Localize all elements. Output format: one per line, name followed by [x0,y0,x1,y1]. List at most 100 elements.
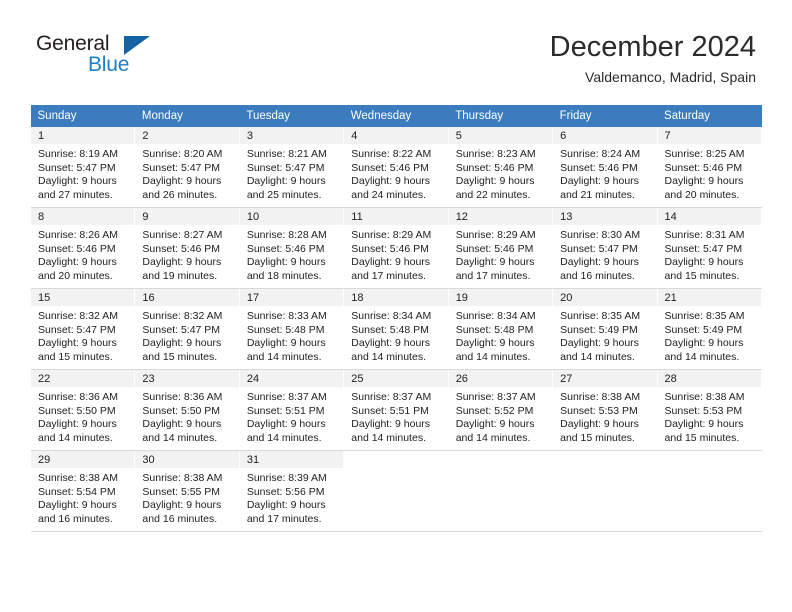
day-detail-sunset: Sunset: 5:46 PM [455,242,534,255]
day-details: Sunrise: 8:20 AM Sunset: 5:47 PM Daylight:… [135,144,238,202]
day-detail-daylight2: and 14 minutes. [455,431,531,444]
day-details: Sunrise: 8:27 AM Sunset: 5:46 PM Daylight:… [135,225,238,283]
calendar-day-cell[interactable]: 21 Sunrise: 8:35 AM Sunset: 5:49 PM Dayligh… [656,289,763,369]
day-detail-daylight2: and 24 minutes. [351,188,426,201]
day-details [449,468,552,472]
calendar-day-cell[interactable]: 27 Sunrise: 8:38 AM Sunset: 5:53 PM Dayligh… [552,370,658,450]
day-number: 8 [31,208,135,225]
day-detail-sunrise: Sunrise: 8:30 AM [560,229,641,241]
calendar-day-cell[interactable]: 17 Sunrise: 8:33 AM Sunset: 5:48 PM Dayligh… [238,289,345,369]
calendar-day-cell[interactable]: 9 Sunrise: 8:27 AM Sunset: 5:46 PM Daylight… [134,208,240,288]
day-detail-sunrise: Sunrise: 8:31 AM [664,229,745,241]
calendar-day-cell[interactable]: 24 Sunrise: 8:37 AM Sunset: 5:51 PM Dayligh… [238,370,345,450]
calendar-day-cell[interactable]: 15 Sunrise: 8:32 AM Sunset: 5:47 PM Dayligh… [29,289,136,369]
day-cell-inner [657,451,761,531]
day-detail-daylight2: and 14 minutes. [246,350,322,363]
day-detail-daylight1: Daylight: 9 hours [38,499,117,512]
calendar-day-cell[interactable]: 12 Sunrise: 8:29 AM Sunset: 5:46 PM Dayligh… [447,208,554,288]
day-detail-daylight1: Daylight: 9 hours [351,175,431,188]
calendar-day-cell[interactable]: 19 Sunrise: 8:34 AM Sunset: 5:48 PM Dayligh… [447,289,554,369]
calendar-day-cell[interactable]: 6 Sunrise: 8:24 AM Sunset: 5:46 PM Daylight… [552,127,658,207]
day-number: 3 [239,127,344,144]
day-detail-daylight2: and 19 minutes. [142,269,218,282]
calendar-day-cell[interactable]: 14 Sunrise: 8:31 AM Sunset: 5:47 PM Dayligh… [656,208,763,288]
day-details [344,468,447,472]
day-details: Sunrise: 8:24 AM Sunset: 5:46 PM Daylight:… [553,144,656,202]
day-number: 11 [344,208,448,225]
day-detail-sunset: Sunset: 5:47 PM [246,161,325,174]
day-cell-inner: 30 Sunrise: 8:38 AM Sunset: 5:55 PM Dayligh… [135,451,239,531]
day-detail-sunset: Sunset: 5:48 PM [455,323,534,336]
day-detail-sunrise: Sunrise: 8:29 AM [455,229,536,241]
day-cell-inner: 27 Sunrise: 8:38 AM Sunset: 5:53 PM Dayligh… [553,370,657,450]
calendar-day-cell[interactable]: 18 Sunrise: 8:34 AM Sunset: 5:48 PM Dayligh… [343,289,449,369]
day-detail-sunset: Sunset: 5:46 PM [142,242,221,255]
day-details: Sunrise: 8:22 AM Sunset: 5:46 PM Daylight:… [344,144,447,202]
calendar-day-cell[interactable]: 5 Sunrise: 8:23 AM Sunset: 5:46 PM Daylight… [447,127,554,207]
day-details: Sunrise: 8:29 AM Sunset: 5:46 PM Daylight:… [344,225,447,283]
day-detail-sunset: Sunset: 5:46 PM [351,161,429,174]
calendar-day-cell[interactable]: 1 Sunrise: 8:19 AM Sunset: 5:47 PM Daylight… [29,127,136,207]
day-detail-daylight1: Daylight: 9 hours [560,337,639,350]
calendar-day-cell[interactable]: 30 Sunrise: 8:38 AM Sunset: 5:55 PM Dayligh… [134,451,240,531]
day-number: 6 [553,127,657,144]
day-number: 12 [448,208,553,225]
day-detail-daylight2: and 16 minutes. [142,512,218,525]
day-details: Sunrise: 8:38 AM Sunset: 5:53 PM Daylight:… [658,387,761,445]
calendar-day-cell[interactable]: 16 Sunrise: 8:32 AM Sunset: 5:47 PM Dayligh… [134,289,240,369]
day-details: Sunrise: 8:37 AM Sunset: 5:52 PM Daylight:… [449,387,552,445]
day-number: 4 [344,127,448,144]
calendar-day-cell[interactable]: 25 Sunrise: 8:37 AM Sunset: 5:51 PM Dayligh… [343,370,449,450]
day-details: Sunrise: 8:33 AM Sunset: 5:48 PM Daylight:… [240,306,343,364]
day-cell-inner: 21 Sunrise: 8:35 AM Sunset: 5:49 PM Dayligh… [657,289,761,369]
calendar-day-cell[interactable]: 26 Sunrise: 8:37 AM Sunset: 5:52 PM Dayligh… [447,370,554,450]
weekday-header-sunday: Sunday [30,105,135,127]
day-number: 9 [135,208,239,225]
day-number: 29 [31,451,135,468]
calendar-day-cell[interactable] [343,451,449,531]
day-cell-inner: 29 Sunrise: 8:38 AM Sunset: 5:54 PM Dayligh… [31,451,135,531]
day-cell-inner: 7 Sunrise: 8:25 AM Sunset: 5:46 PM Daylight… [657,127,761,207]
day-number: 2 [135,127,239,144]
calendar-day-cell[interactable]: 22 Sunrise: 8:36 AM Sunset: 5:50 PM Dayligh… [29,370,136,450]
calendar-day-cell[interactable]: 31 Sunrise: 8:39 AM Sunset: 5:56 PM Dayligh… [238,451,345,531]
day-cell-inner: 19 Sunrise: 8:34 AM Sunset: 5:48 PM Dayligh… [448,289,553,369]
day-detail-daylight1: Daylight: 9 hours [246,337,326,350]
calendar-week-row: 15 Sunrise: 8:32 AM Sunset: 5:47 PM Dayligh… [29,289,763,369]
calendar-day-cell[interactable] [656,451,763,531]
day-detail-daylight1: Daylight: 9 hours [142,256,222,269]
day-detail-sunset: Sunset: 5:54 PM [38,485,116,498]
calendar-page: General Blue December 2024 Valdemanco, M… [0,0,792,612]
calendar-day-cell[interactable]: 28 Sunrise: 8:38 AM Sunset: 5:53 PM Dayligh… [656,370,763,450]
title-block: December 2024 Valdemanco, Madrid, Spain [550,30,756,86]
calendar-day-cell[interactable]: 10 Sunrise: 8:28 AM Sunset: 5:46 PM Dayligh… [238,208,345,288]
day-cell-inner: 3 Sunrise: 8:21 AM Sunset: 5:47 PM Daylight… [239,127,344,207]
calendar-day-cell[interactable] [552,451,658,531]
calendar-day-cell[interactable]: 29 Sunrise: 8:38 AM Sunset: 5:54 PM Dayligh… [29,451,136,531]
calendar-day-cell[interactable] [447,451,554,531]
day-cell-inner: 16 Sunrise: 8:32 AM Sunset: 5:47 PM Dayligh… [135,289,239,369]
day-details [658,468,761,472]
day-cell-inner: 4 Sunrise: 8:22 AM Sunset: 5:46 PM Daylight… [344,127,448,207]
calendar-day-cell[interactable]: 3 Sunrise: 8:21 AM Sunset: 5:47 PM Daylight… [238,127,345,207]
calendar-day-cell[interactable]: 11 Sunrise: 8:29 AM Sunset: 5:46 PM Dayligh… [343,208,449,288]
week-separator-cell [448,531,553,532]
day-details: Sunrise: 8:38 AM Sunset: 5:55 PM Daylight:… [135,468,238,526]
day-number: 16 [135,289,239,306]
calendar-day-cell[interactable]: 23 Sunrise: 8:36 AM Sunset: 5:50 PM Dayligh… [134,370,240,450]
calendar-day-cell[interactable]: 8 Sunrise: 8:26 AM Sunset: 5:46 PM Daylight… [29,208,136,288]
day-detail-sunrise: Sunrise: 8:38 AM [560,391,641,403]
calendar-day-cell[interactable]: 4 Sunrise: 8:22 AM Sunset: 5:46 PM Daylight… [343,127,449,207]
calendar-day-cell[interactable]: 7 Sunrise: 8:25 AM Sunset: 5:46 PM Daylight… [656,127,763,207]
day-number: 5 [448,127,553,144]
day-details: Sunrise: 8:31 AM Sunset: 5:47 PM Daylight:… [658,225,761,283]
day-detail-daylight2: and 18 minutes. [246,269,322,282]
day-detail-sunset: Sunset: 5:53 PM [560,404,638,417]
calendar-day-cell[interactable]: 13 Sunrise: 8:30 AM Sunset: 5:47 PM Dayligh… [552,208,658,288]
calendar-day-cell[interactable]: 2 Sunrise: 8:20 AM Sunset: 5:47 PM Daylight… [134,127,240,207]
calendar-day-cell[interactable]: 20 Sunrise: 8:35 AM Sunset: 5:49 PM Dayligh… [552,289,658,369]
day-cell-inner [344,451,448,531]
day-detail-daylight2: and 15 minutes. [560,431,635,444]
weekday-header-monday: Monday [134,105,240,127]
day-detail-daylight1: Daylight: 9 hours [351,256,431,269]
